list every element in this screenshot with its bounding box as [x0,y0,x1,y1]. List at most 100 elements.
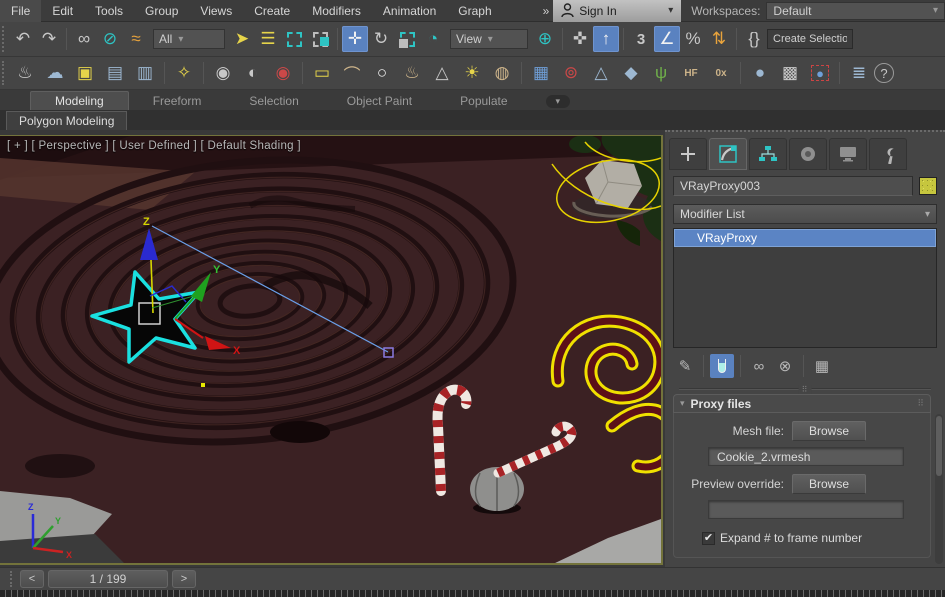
use-pivot-center-icon[interactable]: ⊕ [532,26,558,52]
proxy-files-rollout-header[interactable]: ▾ Proxy files ⠿ [673,394,931,413]
rollout-collapse-icon[interactable]: ▾ [680,398,685,409]
undo-icon[interactable]: ↶ [10,26,36,52]
perspective-viewport[interactable]: [ + ] [ Perspective ] [ User Defined ] [… [0,135,663,565]
toolbar-config-icon[interactable]: ≣ [844,60,874,86]
workspace-dropdown[interactable]: Default ▾ [766,2,945,20]
tab-modeling[interactable]: Modeling [30,91,129,110]
select-and-move-icon[interactable]: ✛ [342,26,368,52]
reference-coordinate-dropdown[interactable]: View ▾ [450,29,528,49]
material-sphere-icon[interactable]: ● [745,60,775,86]
motion-tab[interactable] [789,138,827,170]
vray-light-dome-icon[interactable]: ⌒ [337,60,367,86]
rollout-scrollbar[interactable] [935,414,943,564]
tab-populate[interactable]: Populate [436,92,531,110]
select-by-name-icon[interactable]: ☰ [255,26,281,52]
rectangular-selection-region-icon[interactable] [281,26,307,52]
tab-freeform[interactable]: Freeform [129,92,226,110]
preview-override-input[interactable] [708,500,904,519]
viewport-label[interactable]: [ + ] [ Perspective ] [ User Defined ] [… [7,140,301,152]
edit-named-selection-sets-icon[interactable]: {} [741,26,767,52]
object-color-swatch[interactable] [919,177,937,195]
vray-camera-icon[interactable]: ◉ [268,60,298,86]
make-unique-icon[interactable]: ∞ [747,354,771,378]
utilities-tab[interactable] [869,138,907,170]
scrollbar-thumb[interactable] [936,416,942,476]
timeline-ruler[interactable] [0,590,945,597]
window-crossing-icon[interactable] [307,26,333,52]
tab-selection[interactable]: Selection [225,92,322,110]
menu-file[interactable]: File [0,0,41,22]
render-setup-dialog-icon[interactable]: ▤ [100,60,130,86]
tab-object-paint[interactable]: Object Paint [323,92,436,110]
modifier-stack-row-selected[interactable]: VRayProxy [674,229,936,247]
bind-to-spacewarp-icon[interactable]: ≈ [123,26,149,52]
toolbar-grip[interactable] [2,61,6,85]
display-tab[interactable] [829,138,867,170]
camera-dome-icon[interactable]: ◐ [238,60,268,86]
select-object-icon[interactable]: ➤ [229,26,255,52]
menu-group[interactable]: Group [134,0,189,22]
preview-override-browse-button[interactable]: Browse [792,474,866,494]
unlink-selection-icon[interactable]: ⊘ [97,26,123,52]
vray-rock-icon[interactable]: ◆ [616,60,646,86]
light-lister-icon[interactable]: ✧ [169,60,199,86]
vray-light-sphere-icon[interactable]: ○ [367,60,397,86]
menu-graph-editors[interactable]: Graph Editors [447,0,540,22]
render-setup-teapot-icon[interactable]: ♨ [10,60,40,86]
mesh-file-browse-button[interactable]: Browse [792,421,866,441]
ribbon-config-button[interactable]: ▾ [546,95,571,108]
render-elements-icon[interactable]: ▥ [130,60,160,86]
show-end-result-icon[interactable] [710,354,734,378]
pin-stack-icon[interactable]: ✎ [673,354,697,378]
menu-overflow-icon[interactable]: » [541,4,554,18]
hierarchy-tab[interactable] [749,138,787,170]
menu-tools[interactable]: Tools [84,0,134,22]
modifier-stack[interactable]: VRayProxy [673,228,937,348]
menu-animation[interactable]: Animation [372,0,447,22]
angle-snap-toggle-icon[interactable]: ∠ [654,26,680,52]
redo-icon[interactable]: ↷ [36,26,62,52]
toolbar-grip[interactable] [10,571,14,587]
override-material-icon[interactable]: ▩ [775,60,805,86]
menu-modifiers[interactable]: Modifiers [301,0,372,22]
keyboard-shortcut-override-icon[interactable]: ↑ [593,26,619,52]
select-and-link-icon[interactable]: ∞ [71,26,97,52]
modifier-list-dropdown[interactable]: Modifier List ▾ [673,204,937,224]
selection-filter-dropdown[interactable]: All ▾ [153,29,225,49]
object-name-input[interactable] [673,176,913,196]
spinner-snap-toggle-icon[interactable]: ⇅ [706,26,732,52]
render-in-cloud-icon[interactable]: ☁ [40,60,70,86]
vray-gizmo-icon[interactable]: △ [586,60,616,86]
menu-edit[interactable]: Edit [41,0,84,22]
mesh-file-input[interactable] [708,447,904,466]
toolbar-grip[interactable] [2,26,6,52]
snaps-toggle-3d-icon[interactable]: 3 [628,26,654,52]
select-and-rotate-icon[interactable]: ↻ [368,26,394,52]
polygon-modeling-panel-tab[interactable]: Polygon Modeling [6,111,127,130]
camera-lister-icon[interactable]: ◉ [208,60,238,86]
remove-modifier-icon[interactable]: ⊗ [773,354,797,378]
modify-tab[interactable] [709,138,747,170]
percent-snap-toggle-icon[interactable]: % [680,26,706,52]
select-and-manipulate-icon[interactable]: ✜ [567,26,593,52]
help-icon[interactable]: ? [874,63,894,83]
configure-modifier-sets-icon[interactable]: ▦ [810,354,834,378]
vray-proxy-cubes-icon[interactable]: ▦ [526,60,556,86]
menu-views[interactable]: Views [189,0,243,22]
select-and-place-icon[interactable]: ◔ [420,26,446,52]
vray-light-ies-icon[interactable]: △ [427,60,457,86]
next-frame-button[interactable]: > [172,570,196,588]
expand-frame-checkbox[interactable]: ✔ [702,532,715,545]
vray-sun-icon[interactable]: ☀ [457,60,487,86]
create-tab[interactable] [669,138,707,170]
vray-grass-icon[interactable]: ψ [646,60,676,86]
vray-sphere-light-icon[interactable]: ◍ [487,60,517,86]
rendered-frame-window-icon[interactable]: ▣ [70,60,100,86]
vray-mtl-wrapper-icon[interactable]: ● [805,60,835,86]
select-and-scale-icon[interactable] [394,26,420,52]
named-selection-set-input[interactable] [767,29,853,49]
panel-splitter[interactable]: ⠿ [679,388,931,390]
vray-light-rect-icon[interactable]: ▭ [307,60,337,86]
vray-light-mesh-icon[interactable]: ♨ [397,60,427,86]
frame-number-display[interactable]: 1 / 199 [48,570,168,588]
